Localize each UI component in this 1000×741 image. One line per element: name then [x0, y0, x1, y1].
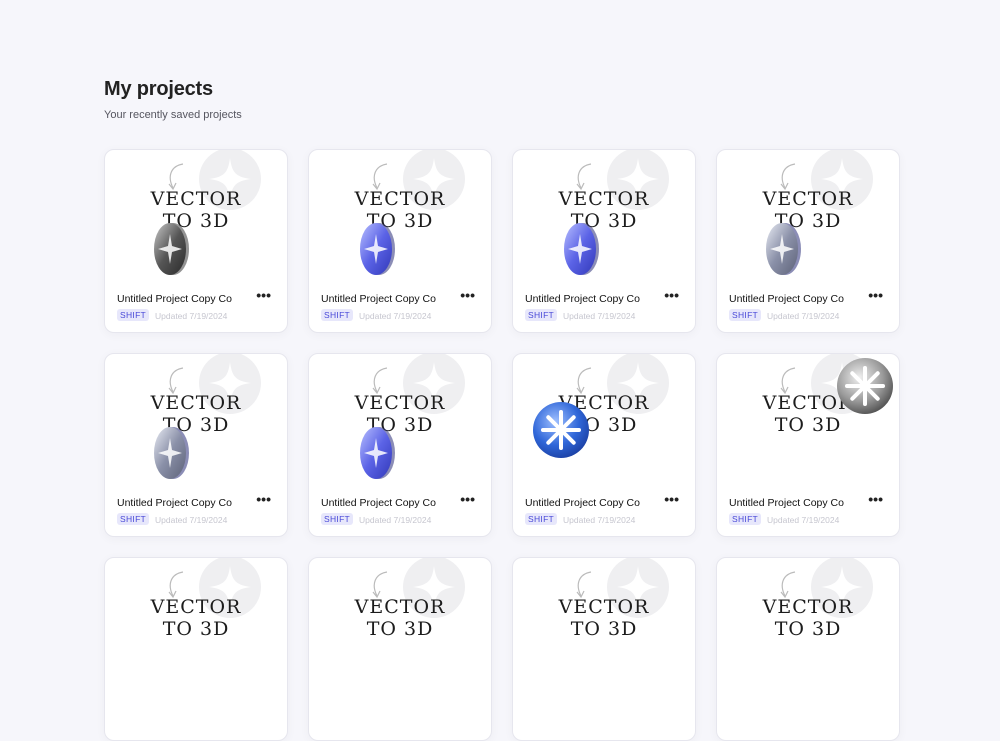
project-card[interactable]: VECTOR TO 3D Untitled Project Copy Co ••… — [716, 353, 900, 537]
updated-date: Updated 7/19/2024 — [767, 515, 840, 525]
workspace-badge: SHIFT — [321, 309, 354, 321]
thumbnail-line2: TO 3D — [366, 414, 434, 436]
more-options-icon[interactable]: ••• — [868, 288, 883, 302]
thumbnail-text: VECTOR TO 3D — [513, 188, 695, 232]
project-card[interactable]: VECTOR TO 3D ••• — [308, 557, 492, 741]
project-thumbnail[interactable]: VECTOR TO 3D — [105, 558, 287, 684]
more-options-icon[interactable]: ••• — [256, 492, 271, 506]
project-title[interactable]: Untitled Project Copy Co — [321, 497, 436, 509]
project-card[interactable]: VECTOR TO 3D ••• — [716, 557, 900, 741]
project-thumbnail[interactable]: VECTOR TO 3D — [717, 354, 899, 480]
workspace-badge: SHIFT — [321, 513, 354, 525]
more-options-icon[interactable]: ••• — [868, 492, 883, 506]
3d-coin-preview — [151, 426, 191, 480]
project-card[interactable]: VECTOR TO 3D Untitled Project Copy Co ••… — [308, 353, 492, 537]
more-options-icon[interactable]: ••• — [256, 288, 271, 302]
thumbnail-line1: VECTOR — [354, 392, 446, 414]
thumbnail-line1: VECTOR — [762, 596, 854, 618]
thumbnail-text: VECTOR TO 3D — [717, 596, 899, 640]
3d-coin-preview — [357, 222, 397, 276]
3d-coin-preview — [561, 222, 601, 276]
project-card[interactable]: VECTOR TO 3D Untitled Project Copy Co ••… — [104, 149, 288, 333]
project-card[interactable]: VECTOR TO 3D Untitled Project Copy Co ••… — [512, 353, 696, 537]
updated-date: Updated 7/19/2024 — [563, 515, 636, 525]
thumbnail-text: VECTOR TO 3D — [105, 392, 287, 436]
thumbnail-text: VECTOR TO 3D — [513, 596, 695, 640]
project-thumbnail[interactable]: VECTOR TO 3D — [309, 558, 491, 684]
thumbnail-line1: VECTOR — [762, 188, 854, 210]
3d-disc-preview — [835, 356, 895, 421]
project-thumbnail[interactable]: VECTOR TO 3D — [717, 150, 899, 276]
more-options-icon[interactable]: ••• — [460, 492, 475, 506]
thumbnail-line2: TO 3D — [162, 414, 230, 436]
project-card[interactable]: VECTOR TO 3D ••• — [104, 557, 288, 741]
project-card[interactable]: VECTOR TO 3D Untitled Project Copy Co ••… — [104, 353, 288, 537]
thumbnail-line1: VECTOR — [150, 596, 242, 618]
workspace-badge: SHIFT — [117, 309, 150, 321]
project-title[interactable]: Untitled Project Copy Co — [729, 293, 844, 305]
updated-date: Updated 7/19/2024 — [359, 515, 432, 525]
3d-coin-preview — [357, 426, 397, 480]
workspace-badge: SHIFT — [729, 513, 762, 525]
updated-date: Updated 7/19/2024 — [359, 311, 432, 321]
thumbnail-line1: VECTOR — [354, 596, 446, 618]
project-title[interactable]: Untitled Project Copy Co — [117, 293, 232, 305]
thumbnail-text: VECTOR TO 3D — [309, 596, 491, 640]
thumbnail-text: VECTOR TO 3D — [105, 188, 287, 232]
3d-coin-preview — [763, 222, 803, 276]
project-thumbnail[interactable]: VECTOR TO 3D — [717, 558, 899, 684]
project-thumbnail[interactable]: VECTOR TO 3D — [513, 558, 695, 684]
thumbnail-line1: VECTOR — [558, 188, 650, 210]
thumbnail-text: VECTOR TO 3D — [717, 188, 899, 232]
project-title[interactable]: Untitled Project Copy Co — [117, 497, 232, 509]
project-card[interactable]: VECTOR TO 3D ••• — [512, 557, 696, 741]
project-thumbnail[interactable]: VECTOR TO 3D — [309, 150, 491, 276]
thumbnail-line1: VECTOR — [354, 188, 446, 210]
thumbnail-line2: TO 3D — [570, 618, 638, 640]
project-title[interactable]: Untitled Project Copy Co — [525, 293, 640, 305]
project-thumbnail[interactable]: VECTOR TO 3D — [309, 354, 491, 480]
more-options-icon[interactable]: ••• — [664, 288, 679, 302]
updated-date: Updated 7/19/2024 — [767, 311, 840, 321]
project-title[interactable]: Untitled Project Copy Co — [525, 497, 640, 509]
thumbnail-line1: VECTOR — [150, 188, 242, 210]
project-card[interactable]: VECTOR TO 3D Untitled Project Copy Co ••… — [512, 149, 696, 333]
thumbnail-text: VECTOR TO 3D — [309, 188, 491, 232]
workspace-badge: SHIFT — [117, 513, 150, 525]
more-options-icon[interactable]: ••• — [460, 288, 475, 302]
thumbnail-line2: TO 3D — [366, 210, 434, 232]
project-thumbnail[interactable]: VECTOR TO 3D — [513, 150, 695, 276]
project-card[interactable]: VECTOR TO 3D Untitled Project Copy Co ••… — [308, 149, 492, 333]
thumbnail-line2: TO 3D — [774, 210, 842, 232]
page-subtitle: Your recently saved projects — [104, 109, 242, 121]
thumbnail-line2: TO 3D — [162, 210, 230, 232]
project-title[interactable]: Untitled Project Copy Co — [729, 497, 844, 509]
thumbnail-line2: TO 3D — [162, 618, 230, 640]
project-title[interactable]: Untitled Project Copy Co — [321, 293, 436, 305]
thumbnail-text: VECTOR TO 3D — [105, 596, 287, 640]
thumbnail-text: VECTOR TO 3D — [309, 392, 491, 436]
thumbnail-line2: TO 3D — [570, 210, 638, 232]
workspace-badge: SHIFT — [729, 309, 762, 321]
page-title: My projects — [104, 78, 213, 100]
thumbnail-line1: VECTOR — [150, 392, 242, 414]
more-options-icon[interactable]: ••• — [664, 492, 679, 506]
project-thumbnail[interactable]: VECTOR TO 3D — [105, 150, 287, 276]
project-thumbnail[interactable]: VECTOR TO 3D — [105, 354, 287, 480]
project-thumbnail[interactable]: VECTOR TO 3D — [513, 354, 695, 480]
updated-date: Updated 7/19/2024 — [155, 311, 228, 321]
thumbnail-line1: VECTOR — [558, 596, 650, 618]
3d-disc-preview — [531, 400, 591, 465]
workspace-badge: SHIFT — [525, 513, 558, 525]
updated-date: Updated 7/19/2024 — [155, 515, 228, 525]
3d-coin-preview — [151, 222, 191, 276]
thumbnail-line2: TO 3D — [366, 618, 434, 640]
updated-date: Updated 7/19/2024 — [563, 311, 636, 321]
thumbnail-line2: TO 3D — [774, 618, 842, 640]
project-card[interactable]: VECTOR TO 3D Untitled Project Copy Co ••… — [716, 149, 900, 333]
workspace-badge: SHIFT — [525, 309, 558, 321]
